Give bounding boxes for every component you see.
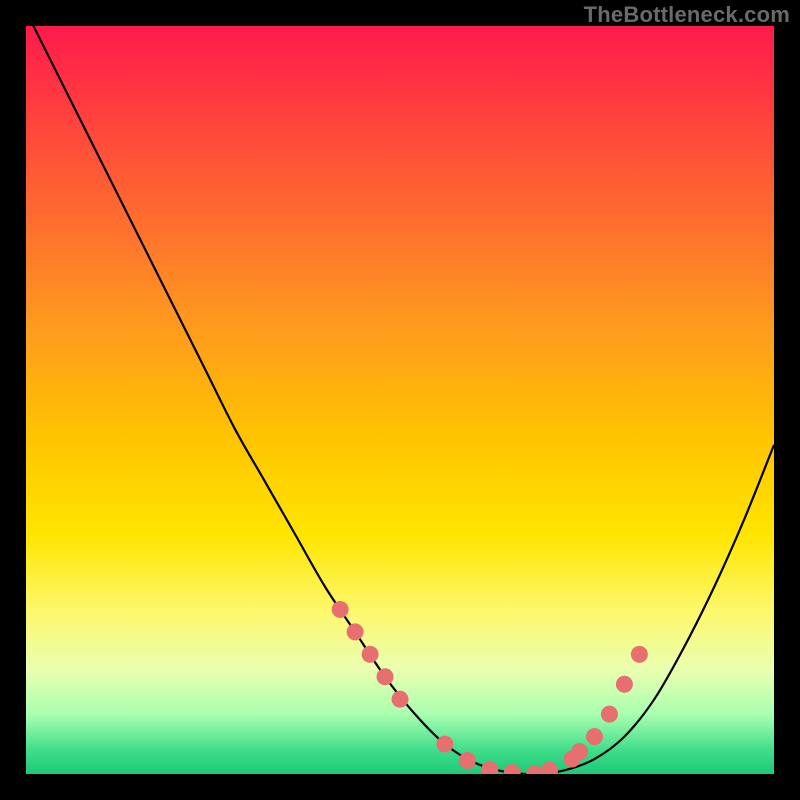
highlight-dot: [459, 752, 476, 769]
highlight-dot: [586, 728, 603, 745]
highlight-dot: [392, 691, 409, 708]
plot-area: [26, 26, 774, 774]
watermark-text: TheBottleneck.com: [584, 2, 790, 28]
bottleneck-curve: [26, 26, 774, 774]
highlight-dot: [631, 646, 648, 663]
highlight-dot: [362, 646, 379, 663]
chart-frame: TheBottleneck.com: [0, 0, 800, 800]
curve-layer: [26, 26, 774, 774]
highlight-dot: [332, 601, 349, 618]
highlight-dot: [377, 668, 394, 685]
highlight-dot: [616, 676, 633, 693]
highlight-dot: [601, 706, 618, 723]
highlight-dot: [436, 736, 453, 753]
highlight-dot: [504, 764, 521, 774]
highlight-dot: [541, 762, 558, 774]
highlight-dot: [347, 623, 364, 640]
highlight-dot: [526, 766, 543, 775]
marker-layer: [332, 601, 648, 774]
highlight-dot: [571, 743, 588, 760]
chart-svg: [26, 26, 774, 774]
highlight-dot: [481, 761, 498, 774]
